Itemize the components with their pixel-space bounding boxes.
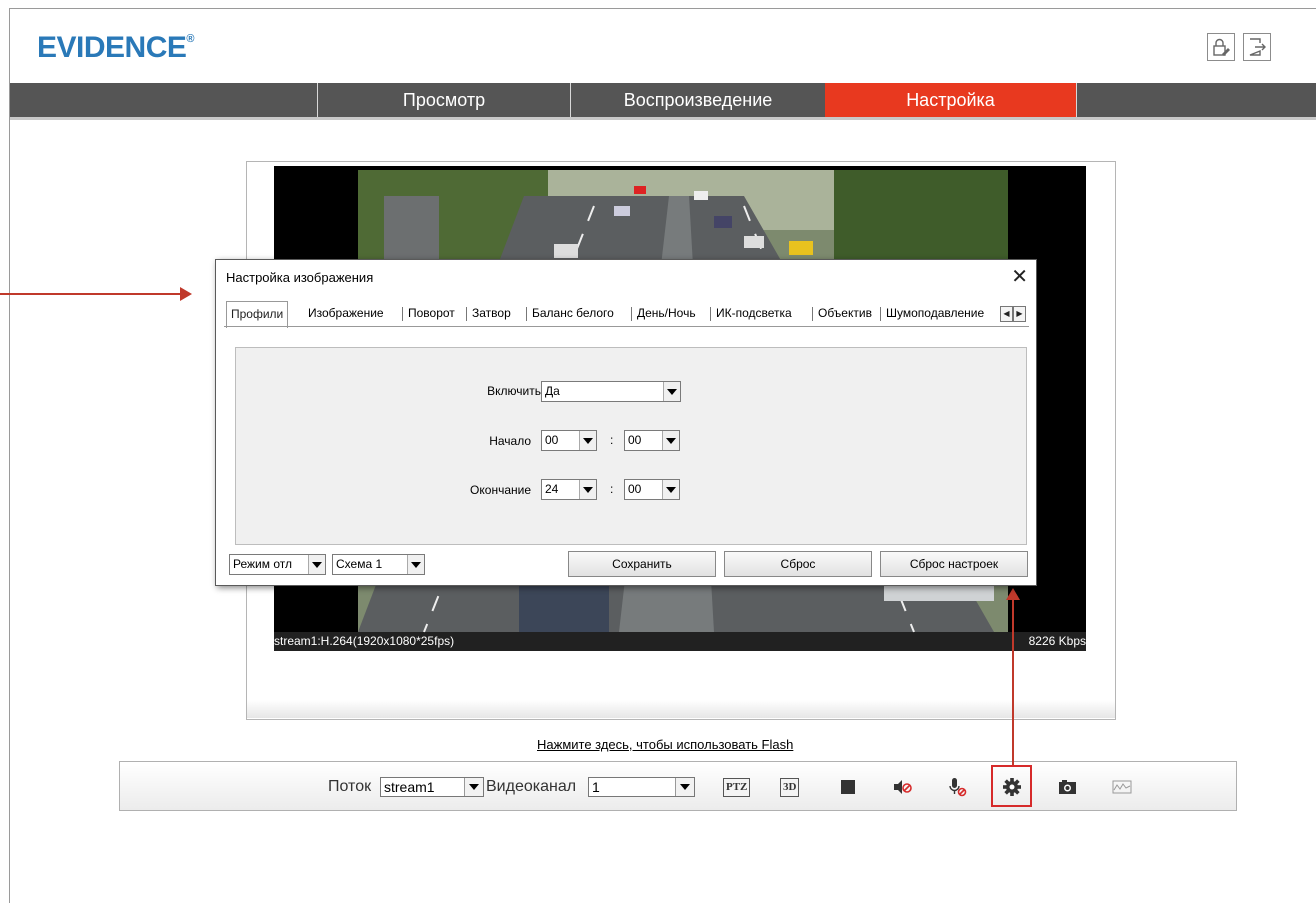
channel-select-value: 1 [592, 779, 600, 795]
tab-separator [710, 307, 711, 321]
microphone-button[interactable] [947, 777, 969, 797]
stream-label: Поток [328, 778, 372, 795]
dialog-tabs: Профили Изображение Поворот Затвор Балан… [224, 301, 1029, 328]
tab-playback[interactable]: Воспроизведение [571, 83, 825, 117]
tab-separator [466, 307, 467, 321]
stop-button[interactable] [838, 777, 860, 797]
tab-view[interactable]: Просмотр [318, 83, 570, 117]
start-hour-value: 00 [545, 433, 559, 447]
logout-button[interactable] [1243, 33, 1271, 61]
chevron-down-icon [308, 555, 325, 574]
main-nav: Просмотр Воспроизведение Настройка [10, 83, 1316, 117]
enable-select[interactable]: Да [541, 381, 681, 402]
tab-noise-reduction[interactable]: Шумоподавление [886, 306, 1000, 320]
scheme-select-value: Схема 1 [336, 557, 383, 571]
ptz-button[interactable]: PTZ [723, 778, 751, 797]
time-colon: : [610, 482, 614, 496]
camera-icon [1059, 780, 1076, 794]
motion-chart-button[interactable] [1111, 777, 1133, 797]
tab-shutter[interactable]: Затвор [472, 306, 511, 320]
start-min-select[interactable]: 00 [624, 430, 680, 451]
stream-select[interactable]: stream1 [380, 777, 484, 797]
3d-button[interactable]: 3D [780, 778, 800, 797]
tab-separator [880, 307, 881, 321]
channel-label: Видеоканал [486, 778, 577, 795]
chevron-down-icon [464, 778, 483, 796]
chevron-down-icon [579, 480, 596, 499]
logo-mark: ® [186, 33, 194, 45]
annotation-arrow-line [0, 293, 182, 295]
frame-left-border [9, 8, 10, 903]
tab-separator [402, 307, 403, 321]
start-label: Начало [489, 434, 531, 448]
annotation-arrow-line [1012, 598, 1014, 765]
snapshot-button[interactable] [1057, 777, 1079, 797]
tab-ir[interactable]: ИК-подсветка [716, 306, 792, 320]
start-hour-select[interactable]: 00 [541, 430, 597, 451]
lock-edit-icon [1213, 38, 1230, 56]
channel-select[interactable]: 1 [588, 777, 695, 797]
chevron-down-icon [579, 431, 596, 450]
tab-profiles[interactable]: Профили [226, 301, 289, 328]
tab-scroll-left-icon[interactable]: ◀ [1000, 306, 1013, 322]
bitrate: 8226 Kbps [1028, 634, 1086, 648]
tab-separator [631, 307, 632, 321]
mode-select-value: Режим отл [233, 557, 292, 571]
speaker-muted-icon [894, 780, 912, 794]
chevron-down-icon [662, 480, 679, 499]
lock-edit-button[interactable] [1207, 33, 1235, 61]
image-settings-dialog: Настройка изображения ✕ Профили Изображе… [215, 259, 1037, 586]
nav-separator [1076, 83, 1077, 117]
tab-image[interactable]: Изображение [308, 306, 384, 320]
tab-separator [526, 307, 527, 321]
tab-day-night[interactable]: День/Ночь [637, 306, 696, 320]
tab-white-balance[interactable]: Баланс белого [532, 306, 614, 320]
dialog-title: Настройка изображения [226, 270, 374, 285]
stream-info: stream1:H.264(1920x1080*25fps) [274, 634, 455, 648]
enable-select-value: Да [545, 384, 560, 398]
tab-separator [812, 307, 813, 321]
end-min-value: 00 [628, 482, 642, 496]
factory-reset-button[interactable]: Сброс настроек [880, 551, 1028, 577]
enable-label: Включить [487, 384, 541, 398]
reset-button[interactable]: Сброс [724, 551, 872, 577]
annotation-arrowhead [1006, 588, 1020, 600]
annotation-arrowhead [180, 287, 192, 301]
microphone-muted-icon [949, 778, 967, 797]
stream-select-value: stream1 [384, 779, 435, 795]
end-min-select[interactable]: 00 [624, 479, 680, 500]
time-colon: : [610, 433, 614, 447]
end-label: Окончание [470, 483, 531, 497]
stop-icon [841, 780, 855, 794]
mode-select[interactable]: Режим отл [229, 554, 326, 575]
end-hour-select[interactable]: 24 [541, 479, 597, 500]
chevron-down-icon [663, 382, 680, 401]
logo: EVIDENCE® [37, 31, 194, 65]
video-status-bar: stream1:H.264(1920x1080*25fps) 8226 Kbps [274, 632, 1086, 651]
chevron-down-icon [675, 778, 694, 796]
settings-highlight [991, 765, 1032, 807]
audio-button[interactable] [892, 777, 914, 797]
tab-settings[interactable]: Настройка [825, 83, 1076, 117]
flash-link[interactable]: Нажмите здесь, чтобы использовать Flash [537, 737, 793, 752]
chevron-down-icon [662, 431, 679, 450]
nav-underline [10, 117, 1316, 120]
frame-top-border [9, 8, 1316, 9]
logo-text: EVIDENCE [37, 31, 187, 64]
tab-rotation[interactable]: Поворот [408, 306, 455, 320]
start-min-value: 00 [628, 433, 642, 447]
scheme-select[interactable]: Схема 1 [332, 554, 425, 575]
video-container-footer [247, 700, 1115, 718]
close-icon[interactable]: ✕ [1011, 264, 1028, 289]
chevron-down-icon [407, 555, 424, 574]
end-hour-value: 24 [545, 482, 559, 496]
tab-scroll-right-icon[interactable]: ▶ [1013, 306, 1026, 322]
logout-icon [1249, 38, 1266, 56]
save-button[interactable]: Сохранить [568, 551, 716, 577]
waveform-icon [1112, 780, 1132, 794]
tab-lens[interactable]: Объектив [818, 306, 872, 320]
